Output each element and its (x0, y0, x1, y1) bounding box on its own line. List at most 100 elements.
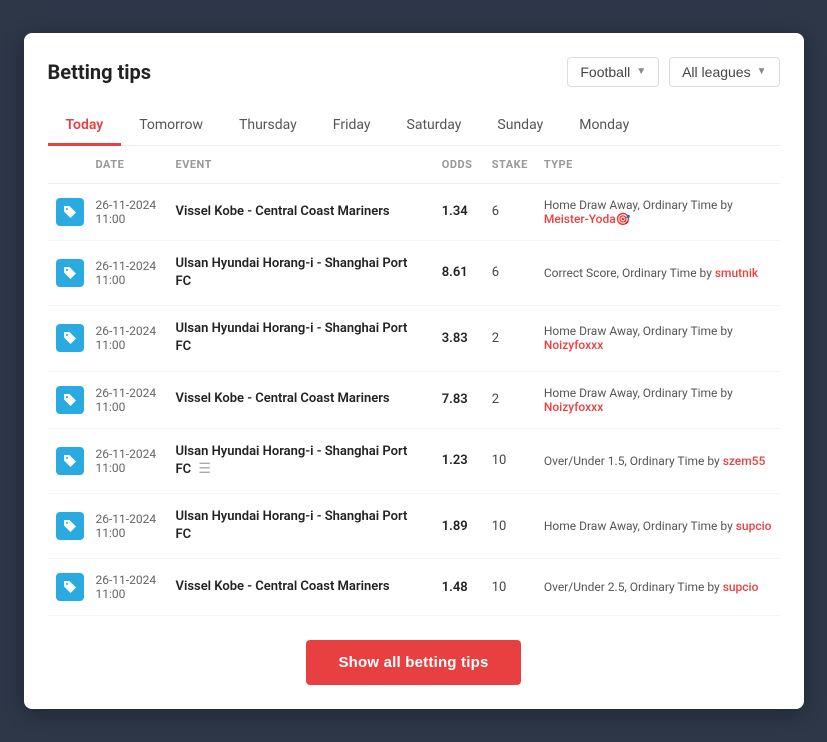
event-cell: Ulsan Hyundai Horang-i - Shanghai Port F… (168, 240, 434, 305)
betting-tips-card: Betting tips Football ▼ All leagues ▼ To… (24, 33, 804, 710)
event-name: Vissel Kobe - Central Coast Mariners (176, 204, 390, 219)
event-col-header: EVENT (168, 146, 434, 184)
odds-cell: 3.83 (434, 306, 484, 371)
stake-cell: 10 (484, 559, 536, 616)
filter-bar: Football ▼ All leagues ▼ (567, 57, 779, 87)
type-cell: Over/Under 2.5, Ordinary Time by supcio (536, 559, 780, 616)
tab-friday[interactable]: Friday (315, 107, 389, 146)
tab-tomorrow[interactable]: Tomorrow (121, 107, 221, 146)
type-cell: Home Draw Away, Ordinary Time by supcio (536, 493, 780, 558)
icon-col-header (48, 146, 88, 184)
odds-cell: 1.23 (434, 428, 484, 493)
type-col-header: TYPE (536, 146, 780, 184)
author-link[interactable]: Noizyfoxxx (544, 338, 603, 352)
date-cell: 26-11-2024 11:00 (88, 559, 168, 616)
header: Betting tips Football ▼ All leagues ▼ (48, 57, 780, 87)
event-name: Vissel Kobe - Central Coast Mariners (176, 391, 390, 406)
tag-icon (62, 265, 78, 281)
tip-icon (56, 324, 84, 352)
tag-icon (62, 204, 78, 220)
odds-cell: 8.61 (434, 240, 484, 305)
stake-cell: 6 (484, 240, 536, 305)
stake-cell: 2 (484, 371, 536, 428)
event-cell: Ulsan Hyundai Horang-i - Shanghai Port F… (168, 306, 434, 371)
author-link[interactable]: supcio (723, 580, 759, 594)
tip-icon (56, 386, 84, 414)
tip-icon (56, 573, 84, 601)
table-header-row: DATE EVENT ODDS STAKE TYPE (48, 146, 780, 184)
tip-icon-cell (48, 183, 88, 240)
tips-table: DATE EVENT ODDS STAKE TYPE 26-11-2024 11… (48, 146, 780, 617)
table-row: 26-11-2024 11:00 Ulsan Hyundai Horang-i … (48, 240, 780, 305)
date-cell: 26-11-2024 11:00 (88, 306, 168, 371)
tip-icon-cell (48, 559, 88, 616)
odds-cell: 1.34 (434, 183, 484, 240)
odds-cell: 1.48 (434, 559, 484, 616)
table-row: 26-11-2024 11:00 Vissel Kobe - Central C… (48, 183, 780, 240)
event-cell: Vissel Kobe - Central Coast Mariners (168, 183, 434, 240)
tab-sunday[interactable]: Sunday (479, 107, 561, 146)
list-icon: ☰ (198, 461, 211, 477)
date-cell: 26-11-2024 11:00 (88, 371, 168, 428)
show-all-button[interactable]: Show all betting tips (306, 640, 520, 685)
league-filter-label: All leagues (682, 64, 751, 80)
stake-cell: 6 (484, 183, 536, 240)
tip-icon (56, 198, 84, 226)
type-cell: Home Draw Away, Ordinary Time by Noizyfo… (536, 371, 780, 428)
table-row: 26-11-2024 11:00 Ulsan Hyundai Horang-i … (48, 306, 780, 371)
tab-thursday[interactable]: Thursday (221, 107, 315, 146)
tip-icon-cell (48, 428, 88, 493)
tag-icon (62, 453, 78, 469)
event-name: Ulsan Hyundai Horang-i - Shanghai Port F… (176, 321, 408, 354)
stake-col-header: STAKE (484, 146, 536, 184)
author-link[interactable]: smutnik (715, 266, 758, 280)
type-cell: Home Draw Away, Ordinary Time by Meister… (536, 183, 780, 240)
stake-cell: 2 (484, 306, 536, 371)
event-name: Vissel Kobe - Central Coast Mariners (176, 579, 390, 594)
author-link[interactable]: szem55 (723, 454, 766, 468)
date-cell: 26-11-2024 11:00 (88, 493, 168, 558)
type-cell: Over/Under 1.5, Ordinary Time by szem55 (536, 428, 780, 493)
tag-icon (62, 330, 78, 346)
tab-today[interactable]: Today (48, 107, 122, 146)
tip-icon (56, 512, 84, 540)
tip-icon (56, 259, 84, 287)
tag-icon (62, 392, 78, 408)
table-row: 26-11-2024 11:00 Vissel Kobe - Central C… (48, 559, 780, 616)
stake-cell: 10 (484, 428, 536, 493)
event-name: Ulsan Hyundai Horang-i - Shanghai Port F… (176, 509, 408, 542)
tip-icon-cell (48, 371, 88, 428)
tip-icon-cell (48, 240, 88, 305)
table-row: 26-11-2024 11:00 Ulsan Hyundai Horang-i … (48, 493, 780, 558)
tab-bar: TodayTomorrowThursdayFridaySaturdaySunda… (48, 107, 780, 146)
odds-col-header: ODDS (434, 146, 484, 184)
author-link[interactable]: supcio (736, 519, 772, 533)
tip-icon (56, 447, 84, 475)
author-link[interactable]: Meister-Yoda🎯 (544, 212, 631, 226)
odds-cell: 1.89 (434, 493, 484, 558)
date-cell: 26-11-2024 11:00 (88, 428, 168, 493)
table-row: 26-11-2024 11:00 Vissel Kobe - Central C… (48, 371, 780, 428)
league-filter[interactable]: All leagues ▼ (669, 57, 779, 87)
sport-filter[interactable]: Football ▼ (567, 57, 659, 87)
tab-monday[interactable]: Monday (561, 107, 647, 146)
event-cell: Vissel Kobe - Central Coast Mariners (168, 371, 434, 428)
type-cell: Correct Score, Ordinary Time by smutnik (536, 240, 780, 305)
author-link[interactable]: Noizyfoxxx (544, 400, 603, 414)
event-name: Ulsan Hyundai Horang-i - Shanghai Port F… (176, 256, 408, 289)
tip-icon-cell (48, 306, 88, 371)
odds-cell: 7.83 (434, 371, 484, 428)
table-row: 26-11-2024 11:00 Ulsan Hyundai Horang-i … (48, 428, 780, 493)
date-cell: 26-11-2024 11:00 (88, 183, 168, 240)
tag-icon (62, 518, 78, 534)
tab-saturday[interactable]: Saturday (389, 107, 480, 146)
stake-cell: 10 (484, 493, 536, 558)
event-cell: Ulsan Hyundai Horang-i - Shanghai Port F… (168, 428, 434, 493)
type-cell: Home Draw Away, Ordinary Time by Noizyfo… (536, 306, 780, 371)
league-filter-chevron-icon: ▼ (757, 66, 767, 77)
tag-icon (62, 579, 78, 595)
page-title: Betting tips (48, 60, 152, 84)
date-cell: 26-11-2024 11:00 (88, 240, 168, 305)
date-col-header: DATE (88, 146, 168, 184)
event-cell: Vissel Kobe - Central Coast Mariners (168, 559, 434, 616)
